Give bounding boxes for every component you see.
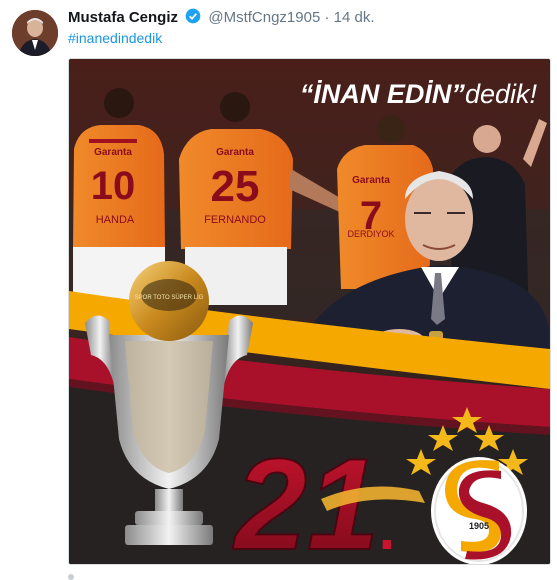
jersey-brand-1: Garanta <box>94 147 132 158</box>
jersey-brand-2: Garanta <box>216 147 254 158</box>
separator-dot: · <box>324 9 330 26</box>
crest-year: 1905 <box>469 521 489 531</box>
hashtag-link[interactable]: #inanedindedik <box>68 30 162 46</box>
trophy-badge-text: SPOR TOTO SÜPER LİG <box>135 294 204 301</box>
headline-quote: “İNAN EDİN” <box>300 79 466 109</box>
author-avatar[interactable] <box>12 10 58 56</box>
headline-text: “İNAN EDİN”dedik! <box>300 79 538 109</box>
galatasaray-crest-icon: 1905 <box>431 457 527 564</box>
author-name[interactable]: Mustafa Cengiz <box>68 9 178 26</box>
jersey-name-1: HANDA <box>96 214 135 226</box>
tweet-timestamp[interactable]: 14 dk. <box>334 9 375 26</box>
verified-badge-icon <box>185 8 201 28</box>
tweet-footer-indicator <box>68 574 74 580</box>
jersey-number-1: 10 <box>91 164 136 208</box>
jersey-name-2: FERNANDO <box>204 214 266 226</box>
jersey-brand-3: Garanta <box>352 175 390 186</box>
author-handle[interactable]: @MstfCngz1905 <box>208 9 320 26</box>
tweet-media-image[interactable]: “İNAN EDİN”dedik! Garanta 10 HANDA Garan… <box>68 58 551 565</box>
avatar-portrait <box>12 10 58 56</box>
headline-suffix: dedik! <box>465 79 538 109</box>
championship-dot: . <box>379 495 396 562</box>
jersey-name-3: DERDIYOK <box>347 229 394 239</box>
tweet-header: Mustafa Cengiz @MstfCngz1905 · 14 dk. <box>68 8 375 28</box>
jersey-number-2: 25 <box>211 162 260 211</box>
